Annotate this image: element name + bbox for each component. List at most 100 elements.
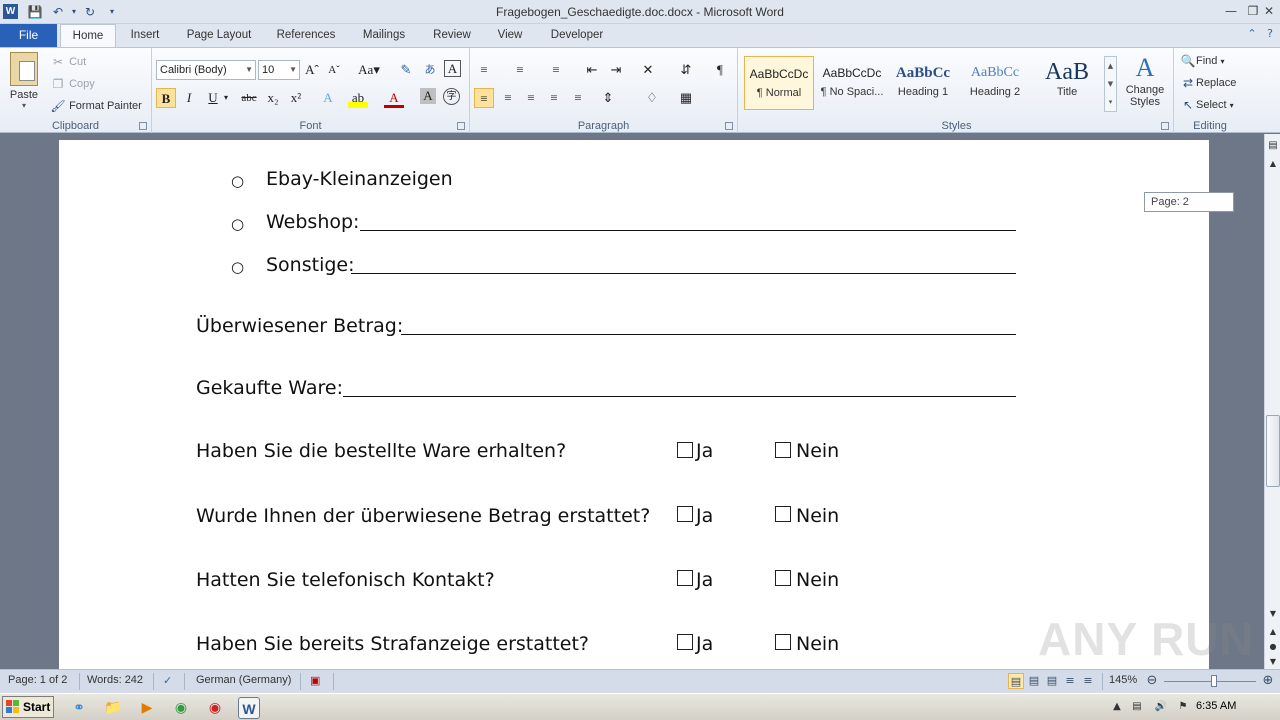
borders-icon[interactable]: ▦ bbox=[676, 88, 696, 108]
align-left-button[interactable]: ≡ bbox=[474, 88, 494, 108]
checkbox-yes[interactable] bbox=[677, 442, 693, 458]
word-taskbar-icon[interactable]: W bbox=[238, 697, 260, 719]
sort-icon[interactable]: ⇵ bbox=[676, 60, 696, 80]
style-heading-2[interactable]: AaBbCc Heading 2 bbox=[960, 56, 1030, 110]
paragraph-launcher-icon[interactable] bbox=[725, 122, 733, 130]
find-button[interactable]: 🔍Find ▾ bbox=[1180, 53, 1225, 69]
decrease-indent-icon[interactable]: ⇤ bbox=[582, 60, 602, 80]
style-normal[interactable]: AaBbCcDc ¶ Normal bbox=[744, 56, 814, 110]
grow-font-icon[interactable]: Aˆ bbox=[302, 60, 322, 80]
word-count[interactable]: Words: 242 bbox=[87, 674, 143, 686]
start-button[interactable]: Start bbox=[2, 696, 54, 718]
clipboard-launcher-icon[interactable] bbox=[139, 122, 147, 130]
numbering-icon[interactable]: ≡ bbox=[510, 60, 530, 80]
superscript-button[interactable]: x² bbox=[286, 88, 306, 108]
align-right-button[interactable]: ≡ bbox=[521, 88, 541, 108]
change-case-icon[interactable]: Aa▾ bbox=[355, 60, 383, 80]
style-heading-1[interactable]: AaBbCc Heading 1 bbox=[888, 56, 958, 110]
tab-home[interactable]: Home bbox=[60, 24, 116, 48]
enclose-characters-icon[interactable]: 字 bbox=[443, 88, 460, 105]
folder-icon[interactable]: 📁 bbox=[102, 697, 124, 719]
tab-insert[interactable]: Insert bbox=[122, 24, 168, 47]
checkbox-yes[interactable] bbox=[677, 634, 693, 650]
close-button[interactable]: ✕ bbox=[1257, 2, 1280, 20]
copy-button[interactable]: ❐ Copy bbox=[50, 76, 95, 92]
macro-record-icon[interactable]: ▣ bbox=[310, 674, 320, 687]
proofing-icon[interactable]: ✓ bbox=[163, 674, 172, 687]
zoom-slider[interactable] bbox=[1164, 681, 1256, 682]
checkbox-yes[interactable] bbox=[677, 506, 693, 522]
change-styles-button[interactable]: A Change Styles bbox=[1122, 52, 1168, 108]
minimize-button[interactable]: — bbox=[1219, 2, 1243, 20]
align-center-button[interactable]: ≡ bbox=[498, 88, 518, 108]
multilevel-list-icon[interactable]: ≡ bbox=[546, 60, 566, 80]
distributed-button[interactable]: ≡ bbox=[568, 88, 588, 108]
print-layout-view-icon[interactable]: ▤ bbox=[1008, 673, 1024, 689]
tab-mailings[interactable]: Mailings bbox=[353, 24, 415, 47]
shading-icon[interactable]: ♢ bbox=[642, 88, 662, 108]
checkbox-no[interactable] bbox=[775, 570, 791, 586]
line-spacing-icon[interactable]: ⇕ bbox=[598, 88, 618, 108]
font-color-icon[interactable]: A bbox=[384, 88, 404, 108]
underline-button[interactable]: U bbox=[203, 88, 223, 108]
highlight-color-icon[interactable]: ab bbox=[348, 88, 368, 108]
character-shading-icon[interactable]: A bbox=[420, 88, 436, 104]
asian-layout-icon[interactable]: ✕ bbox=[638, 60, 658, 80]
styles-scroll[interactable]: ▲ ▼ ▾ bbox=[1104, 56, 1117, 112]
zoom-out-icon[interactable]: ⊖ bbox=[1144, 673, 1160, 689]
scroll-down-button[interactable]: ▼ bbox=[1266, 606, 1280, 621]
cut-button[interactable]: ✂ Cut bbox=[50, 54, 86, 70]
outline-view-icon[interactable]: ≡ bbox=[1062, 673, 1078, 689]
redo-icon[interactable]: ↻ bbox=[82, 4, 98, 20]
scroll-thumb[interactable] bbox=[1266, 415, 1280, 487]
document-area[interactable]: ○ Ebay-Kleinanzeigen ○ Webshop: ○ Sonsti… bbox=[0, 134, 1264, 669]
styles-launcher-icon[interactable] bbox=[1161, 122, 1169, 130]
font-size-combo[interactable]: 10 ▼ bbox=[258, 60, 300, 80]
customize-quick-access-icon[interactable]: ▾ bbox=[104, 4, 120, 20]
text-effects-icon[interactable]: A bbox=[318, 88, 338, 108]
style-no-spacing[interactable]: AaBbCcDc ¶ No Spaci... bbox=[817, 56, 887, 110]
media-player-icon[interactable]: ▶ bbox=[136, 697, 158, 719]
tab-file[interactable]: File bbox=[0, 24, 57, 47]
replace-button[interactable]: ⇄ Replace bbox=[1180, 75, 1236, 91]
scroll-up-button[interactable]: ▲ bbox=[1266, 156, 1280, 171]
help-icon[interactable]: ? bbox=[1262, 27, 1278, 43]
clock[interactable]: 6:35 AM bbox=[1196, 700, 1236, 712]
tray-expand-icon[interactable]: ▲ bbox=[1110, 700, 1124, 714]
zoom-in-icon[interactable]: ⊕ bbox=[1260, 673, 1276, 689]
bold-button[interactable]: B bbox=[156, 88, 176, 108]
network-icon[interactable]: ▤ bbox=[1130, 700, 1144, 714]
web-layout-icon[interactable]: ▤ bbox=[1044, 673, 1060, 689]
character-border-icon[interactable]: A bbox=[444, 60, 461, 77]
ruler-toggle-icon[interactable]: ▤ bbox=[1266, 138, 1280, 153]
clear-formatting-icon[interactable]: ✎ bbox=[396, 60, 416, 80]
internet-explorer-icon[interactable]: ⚭ bbox=[68, 697, 90, 719]
language[interactable]: German (Germany) bbox=[196, 674, 291, 686]
bullets-icon[interactable]: ≡ bbox=[474, 60, 494, 80]
tab-references[interactable]: References bbox=[270, 24, 342, 47]
save-icon[interactable]: 💾 bbox=[27, 4, 43, 20]
checkbox-no[interactable] bbox=[775, 506, 791, 522]
undo-dropdown-icon[interactable]: ▾ bbox=[66, 4, 82, 20]
underline-dropdown-icon[interactable]: ▾ bbox=[221, 88, 231, 108]
font-name-combo[interactable]: Calibri (Body) ▼ bbox=[156, 60, 256, 80]
previous-page-icon[interactable]: ▲ bbox=[1266, 624, 1280, 639]
zoom-level[interactable]: 145% bbox=[1109, 674, 1137, 686]
page-count[interactable]: Page: 1 of 2 bbox=[8, 674, 67, 686]
italic-button[interactable]: I bbox=[179, 88, 199, 108]
select-button[interactable]: ↖ Select ▾ bbox=[1180, 97, 1234, 113]
vertical-scrollbar[interactable]: ▤ ▲ ▼ ▲ ● ▼ bbox=[1264, 134, 1280, 669]
document-page[interactable]: ○ Ebay-Kleinanzeigen ○ Webshop: ○ Sonsti… bbox=[59, 140, 1209, 669]
action-center-flag-icon[interactable]: ⚑ bbox=[1176, 700, 1190, 714]
volume-icon[interactable]: 🔊 bbox=[1154, 700, 1168, 714]
tab-page-layout[interactable]: Page Layout bbox=[179, 24, 259, 47]
chrome-icon[interactable]: ◉ bbox=[170, 697, 192, 719]
full-screen-reading-icon[interactable]: ▤ bbox=[1026, 673, 1042, 689]
tab-view[interactable]: View bbox=[489, 24, 531, 47]
tab-review[interactable]: Review bbox=[426, 24, 478, 47]
show-formatting-marks-icon[interactable]: ¶ bbox=[710, 60, 730, 80]
tab-developer[interactable]: Developer bbox=[542, 24, 612, 47]
checkbox-yes[interactable] bbox=[677, 570, 693, 586]
minimize-ribbon-icon[interactable]: ⌃ bbox=[1244, 27, 1260, 43]
paste-button[interactable]: Paste ▾ bbox=[6, 52, 42, 110]
